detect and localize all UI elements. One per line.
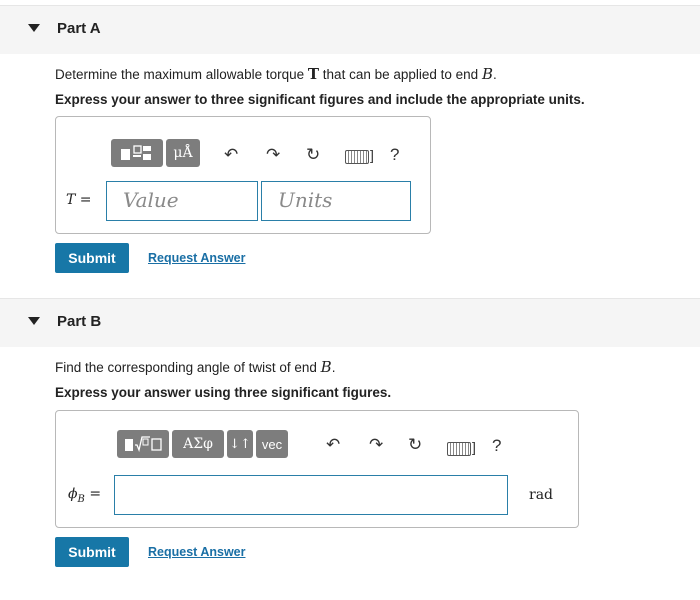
part-b-request-answer-link[interactable]: Request Answer (148, 545, 245, 559)
part-a-request-answer-link[interactable]: Request Answer (148, 251, 245, 265)
help-icon[interactable]: ? (492, 436, 501, 456)
part-a-instruction: Express your answer to three significant… (55, 92, 585, 107)
part-b-header[interactable]: Part B (0, 298, 700, 347)
vector-button[interactable]: vec (256, 430, 288, 458)
keyboard-icon[interactable] (447, 442, 471, 456)
part-b-question: Find the corresponding angle of twist of… (55, 358, 336, 376)
part-b-submit-button[interactable]: Submit (55, 537, 129, 567)
part-b-input-label: ϕB = (68, 486, 102, 505)
redo-icon[interactable]: ↷ (266, 145, 280, 165)
redo-icon[interactable]: ↷ (369, 435, 383, 455)
value-input[interactable]: Value (106, 181, 258, 221)
part-a-question: Determine the maximum allowable torque T… (55, 65, 497, 83)
part-b-title: Part B (57, 313, 102, 330)
part-a-answer-box: μÅ ↶ ↷ ↻ ] ? T = Value Units (55, 116, 431, 234)
templates-icon (121, 145, 151, 160)
greek-symbols-button[interactable]: ΑΣφ (172, 430, 224, 458)
part-b-answer-box: ΑΣφ ↓↑ vec ↶ ↷ ↻ ] ? ϕB = rad (55, 410, 579, 528)
reset-icon[interactable]: ↻ (408, 435, 422, 455)
part-b-instruction: Express your answer using three signific… (55, 385, 392, 400)
unit-label: rad (529, 487, 554, 503)
reset-icon[interactable]: ↻ (306, 145, 320, 165)
keyboard-icon[interactable] (345, 150, 369, 164)
angle-input[interactable] (114, 475, 508, 515)
templates-button[interactable] (117, 430, 169, 458)
help-icon[interactable]: ? (390, 145, 399, 165)
units-symbol-button[interactable]: μÅ (166, 139, 200, 167)
keyboard-bracket: ] (370, 147, 374, 163)
part-a-submit-button[interactable]: Submit (55, 243, 129, 273)
collapse-caret-icon[interactable] (28, 24, 40, 32)
undo-icon[interactable]: ↶ (326, 435, 340, 455)
subscript-superscript-button[interactable]: ↓↑ (227, 430, 253, 458)
part-a-title: Part A (57, 20, 101, 37)
part-a-header[interactable]: Part A (0, 5, 700, 54)
keyboard-bracket: ] (472, 439, 476, 455)
templates-button[interactable] (111, 139, 163, 167)
undo-icon[interactable]: ↶ (224, 145, 238, 165)
collapse-caret-icon[interactable] (28, 317, 40, 325)
units-input[interactable]: Units (261, 181, 411, 221)
part-a-input-label: T = (66, 192, 92, 208)
templates-root-icon (125, 436, 162, 453)
